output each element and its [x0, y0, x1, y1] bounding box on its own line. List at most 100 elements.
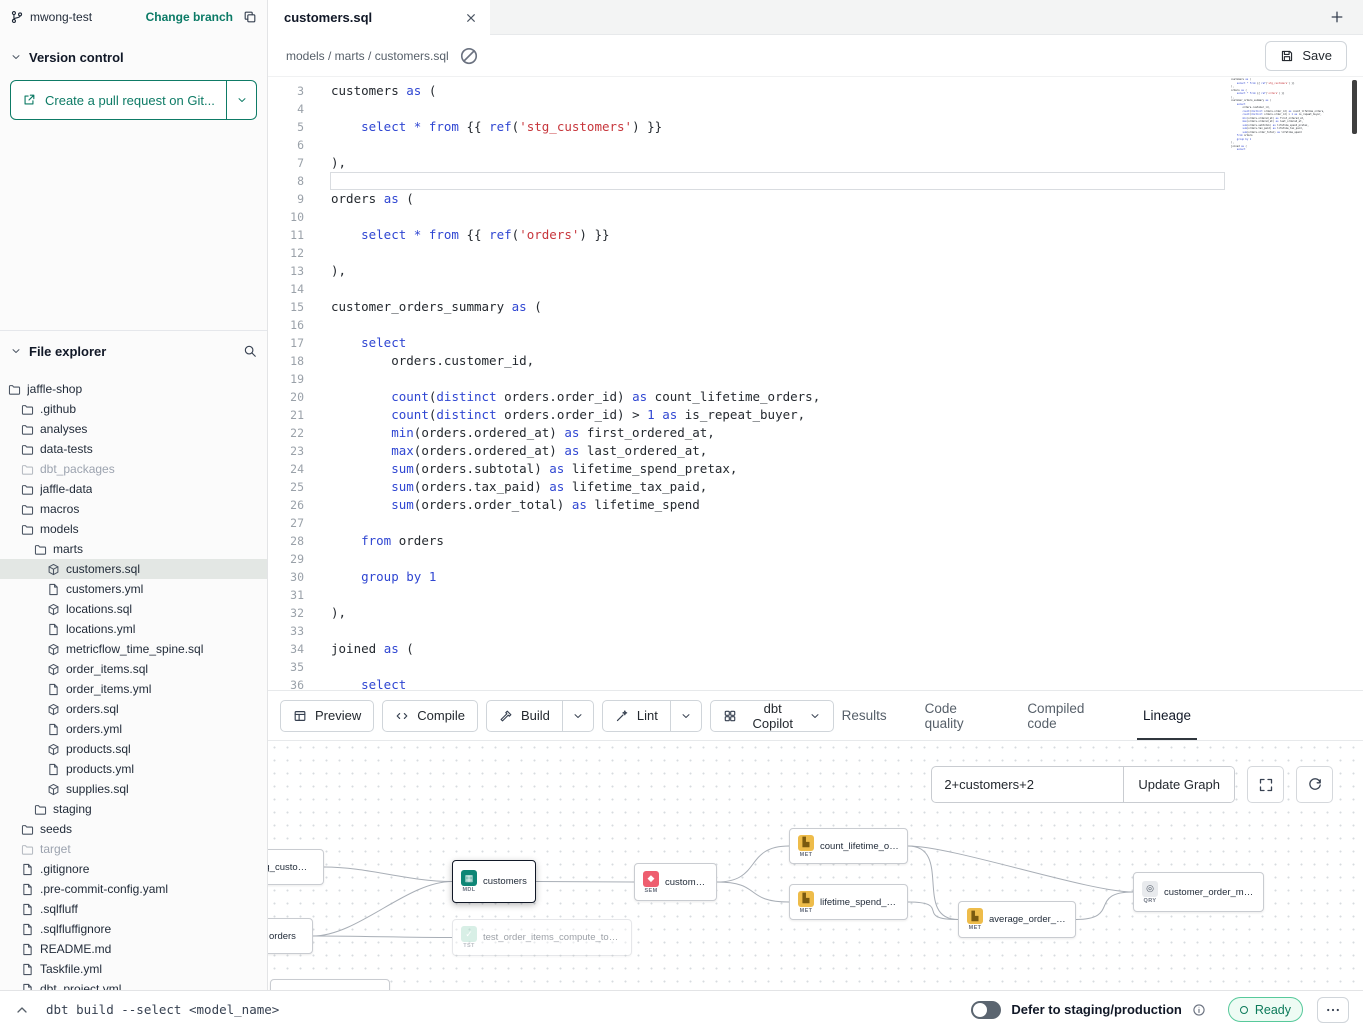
file-tree-item-.sqlfluff[interactable]: .sqlfluff [0, 899, 267, 919]
tab-customers-sql[interactable]: customers.sql [268, 0, 490, 35]
lineage-node-stg_customers[interactable]: ▦MDLstg_customers [268, 849, 324, 885]
code-line-18[interactable]: 18 orders.customer_id, [268, 352, 1363, 370]
more-options-button[interactable] [1317, 997, 1349, 1023]
lineage-node-test_order_items_compute_to_bools...[interactable]: ✓TSTtest_order_items_compute_to_bools... [452, 919, 632, 956]
build-button[interactable]: Build [486, 700, 563, 732]
code-line-16[interactable]: 16 [268, 316, 1363, 334]
build-dropdown-button[interactable] [562, 700, 594, 732]
lineage-node-average_order_value[interactable]: ▙METaverage_order_value [958, 901, 1076, 938]
code-line-30[interactable]: 30 group by 1 [268, 568, 1363, 586]
code-line-25[interactable]: 25 sum(orders.tax_paid) as lifetime_tax_… [268, 478, 1363, 496]
save-button[interactable]: Save [1265, 41, 1347, 71]
lineage-node-count_lifetime_orders[interactable]: ▙METcount_lifetime_orders [789, 828, 908, 864]
code-line-5[interactable]: 5 select * from {{ ref('stg_customers') … [268, 118, 1363, 136]
code-line-29[interactable]: 29 [268, 550, 1363, 568]
tab-results[interactable]: Results [842, 691, 887, 740]
code-line-33[interactable]: 33 [268, 622, 1363, 640]
code-line-8[interactable]: 8 [268, 172, 1363, 190]
file-tree-item-customers.yml[interactable]: customers.yml [0, 579, 267, 599]
file-tree-item-dbt_project.yml[interactable]: dbt_project.yml [0, 979, 267, 990]
code-line-6[interactable]: 6 [268, 136, 1363, 154]
code-line-32[interactable]: 32), [268, 604, 1363, 622]
code-line-3[interactable]: 3customers as ( [268, 82, 1363, 100]
code-line-28[interactable]: 28 from orders [268, 532, 1363, 550]
code-line-9[interactable]: 9orders as ( [268, 190, 1363, 208]
code-line-35[interactable]: 35 [268, 658, 1363, 676]
code-line-13[interactable]: 13), [268, 262, 1363, 280]
code-line-31[interactable]: 31 [268, 586, 1363, 604]
lineage-node-customer_order_metrics[interactable]: ◎QRYcustomer_order_metrics [1133, 872, 1264, 912]
file-tree-item-.sqlfluffignore[interactable]: .sqlfluffignore [0, 919, 267, 939]
new-tab-button[interactable] [1329, 9, 1345, 25]
tab-lineage[interactable]: Lineage [1143, 691, 1191, 740]
code-line-22[interactable]: 22 min(orders.ordered_at) as first_order… [268, 424, 1363, 442]
cli-command[interactable]: dbt build --select <model_name> [46, 1002, 279, 1017]
code-line-14[interactable]: 14 [268, 280, 1363, 298]
search-icon[interactable] [243, 344, 257, 358]
file-tree-item-README.md[interactable]: README.md [0, 939, 267, 959]
file-tree-item-dbt_packages[interactable]: dbt_packages [0, 459, 267, 479]
code-line-34[interactable]: 34joined as ( [268, 640, 1363, 658]
file-tree-item-marts[interactable]: marts [0, 539, 267, 559]
file-tree-item-staging[interactable]: staging [0, 799, 267, 819]
file-tree-item-order_items.sql[interactable]: order_items.sql [0, 659, 267, 679]
file-tree-item-metricflow_time_spine.sql[interactable]: metricflow_time_spine.sql [0, 639, 267, 659]
copy-icon[interactable] [243, 10, 257, 24]
defer-toggle[interactable] [971, 1001, 1001, 1019]
file-tree-item-seeds[interactable]: seeds [0, 819, 267, 839]
file-tree-item-jaffle-data[interactable]: jaffle-data [0, 479, 267, 499]
code-line-21[interactable]: 21 count(distinct orders.order_id) > 1 a… [268, 406, 1363, 424]
code-line-11[interactable]: 11 select * from {{ ref('orders') }} [268, 226, 1363, 244]
file-tree-item-.pre-commit-config.yaml[interactable]: .pre-commit-config.yaml [0, 879, 267, 899]
file-tree-item-orders.yml[interactable]: orders.yml [0, 719, 267, 739]
code-line-20[interactable]: 20 count(distinct orders.order_id) as co… [268, 388, 1363, 406]
preview-button[interactable]: Preview [280, 700, 374, 732]
file-tree-item-locations.sql[interactable]: locations.sql [0, 599, 267, 619]
file-tree-item-analyses[interactable]: analyses [0, 419, 267, 439]
copilot-button[interactable]: dbt Copilot [710, 700, 834, 732]
minimap[interactable]: customers as ( select * from {{ ref('stg… [1231, 78, 1317, 152]
lineage-node-customers[interactable]: ◆SEMcustomers [634, 863, 717, 901]
code-editor[interactable]: 3customers as (45 select * from {{ ref('… [268, 76, 1363, 690]
file-tree-item-products.yml[interactable]: products.yml [0, 759, 267, 779]
file-tree-item-products.sql[interactable]: products.sql [0, 739, 267, 759]
pr-dropdown-button[interactable] [226, 81, 256, 119]
file-tree-item-supplies.sql[interactable]: supplies.sql [0, 779, 267, 799]
lineage-node-orders[interactable]: ▦MDLorders [268, 918, 313, 954]
lineage-panel[interactable]: 2+customers+2 Update Graph ▦MDLstg_custo… [268, 740, 1363, 990]
file-tree-item-jaffle-shop[interactable]: jaffle-shop [0, 379, 267, 399]
change-branch-link[interactable]: Change branch [146, 10, 233, 24]
code-line-12[interactable]: 12 [268, 244, 1363, 262]
close-icon[interactable] [464, 11, 478, 25]
tab-compiled-code[interactable]: Compiled code [1027, 691, 1105, 740]
code-line-27[interactable]: 27 [268, 514, 1363, 532]
version-control-header[interactable]: Version control [10, 44, 257, 70]
info-icon[interactable] [1192, 1003, 1206, 1017]
docs-disabled-icon[interactable] [459, 46, 479, 66]
code-line-19[interactable]: 19 [268, 370, 1363, 388]
lint-button[interactable]: Lint [602, 700, 671, 732]
code-line-36[interactable]: 36 select [268, 676, 1363, 690]
file-explorer-header[interactable]: File explorer [0, 337, 267, 365]
file-tree-item-macros[interactable]: macros [0, 499, 267, 519]
lineage-node-customers[interactable]: ▦MDLcustomers [452, 860, 536, 903]
collapse-panel-icon[interactable] [14, 1002, 30, 1018]
code-line-7[interactable]: 7), [268, 154, 1363, 172]
file-tree-item-customers.sql[interactable]: customers.sql [0, 559, 267, 579]
code-line-4[interactable]: 4 [268, 100, 1363, 118]
code-line-10[interactable]: 10 [268, 208, 1363, 226]
file-tree-item-locations.yml[interactable]: locations.yml [0, 619, 267, 639]
code-line-17[interactable]: 17 select [268, 334, 1363, 352]
lineage-node-partial[interactable] [270, 979, 390, 990]
create-pr-button[interactable]: Create a pull request on Git... [10, 80, 257, 120]
file-tree-item-target[interactable]: target [0, 839, 267, 859]
file-tree-item-models[interactable]: models [0, 519, 267, 539]
lineage-selector-input[interactable]: 2+customers+2 [932, 767, 1124, 802]
lint-dropdown-button[interactable] [670, 700, 702, 732]
fullscreen-button[interactable] [1247, 766, 1284, 803]
compile-button[interactable]: Compile [382, 700, 478, 732]
editor-scrollbar[interactable] [1352, 80, 1357, 134]
code-line-15[interactable]: 15customer_orders_summary as ( [268, 298, 1363, 316]
refresh-button[interactable] [1296, 766, 1333, 803]
lineage-node-lifetime_spend_pretax[interactable]: ▙METlifetime_spend_pretax [789, 884, 908, 920]
